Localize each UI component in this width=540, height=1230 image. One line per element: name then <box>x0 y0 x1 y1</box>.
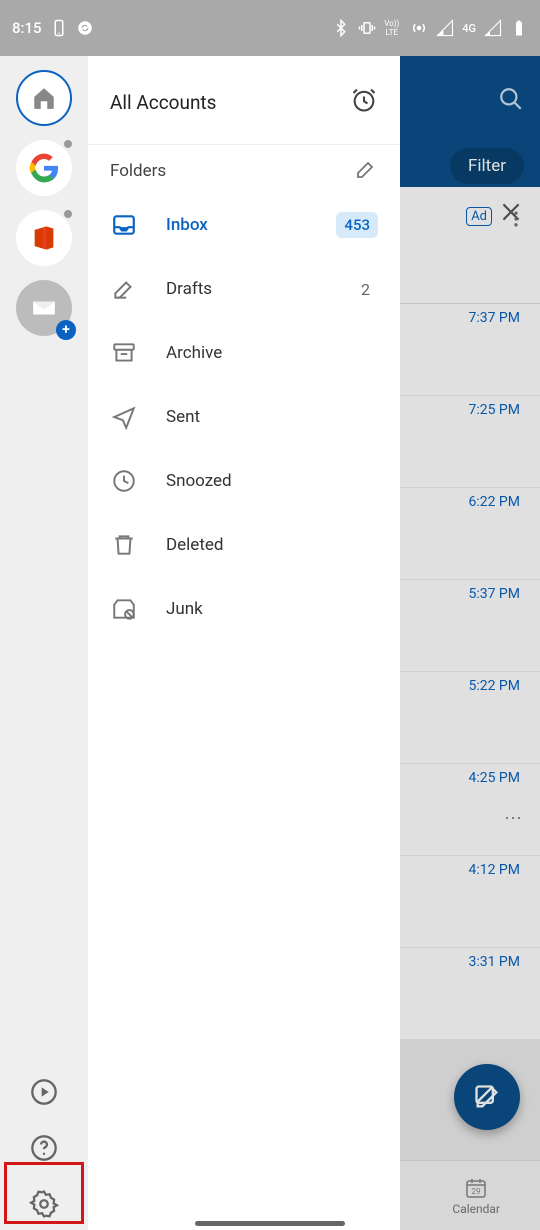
settings-highlight-box <box>4 1162 84 1224</box>
folder-drafts[interactable]: Drafts 2 <box>88 257 400 321</box>
plus-badge-icon: + <box>56 320 76 340</box>
kebab-icon[interactable] <box>506 209 526 233</box>
filter-button[interactable]: Filter <box>450 148 524 184</box>
ellipsis-icon[interactable]: ⋯ <box>504 808 522 829</box>
account-rail: + <box>0 56 88 1230</box>
home-indicator[interactable] <box>195 1221 345 1226</box>
tab-calendar-label: Calendar <box>452 1202 500 1216</box>
sent-icon <box>110 403 138 431</box>
rail-home-button[interactable] <box>16 70 72 126</box>
drawer-title: All Accounts <box>110 91 216 114</box>
folder-sent[interactable]: Sent <box>88 385 400 449</box>
status-time: 8:15 <box>12 19 42 37</box>
folder-junk[interactable]: Junk <box>88 577 400 641</box>
folder-snoozed[interactable]: Snoozed <box>88 449 400 513</box>
archive-icon <box>110 339 138 367</box>
message-time: 4:12 PM <box>468 862 520 878</box>
drafts-icon <box>110 275 138 303</box>
message-time: 6:22 PM <box>468 494 520 510</box>
bluetooth-icon <box>332 19 350 37</box>
status-dot-icon <box>62 138 74 150</box>
folder-label: Junk <box>166 599 378 619</box>
vibrate-icon <box>358 19 376 37</box>
inbox-icon <box>110 211 138 239</box>
phone-icon <box>50 19 68 37</box>
rail-play-button[interactable] <box>28 1076 60 1108</box>
message-time: 7:37 PM <box>468 310 520 326</box>
hotspot-icon <box>410 19 428 37</box>
drawer-content: All Accounts Folders Inbox 453 Drafts 2 <box>88 56 400 1230</box>
compose-button[interactable] <box>454 1064 520 1130</box>
signal-2-icon <box>484 19 502 37</box>
folder-badge: 453 <box>336 212 378 238</box>
ad-badge: Ad <box>466 207 492 226</box>
deleted-icon <box>110 531 138 559</box>
folder-label: Snoozed <box>166 471 378 491</box>
rail-office-account[interactable] <box>16 210 72 266</box>
message-time: 7:25 PM <box>468 402 520 418</box>
edit-folders-icon[interactable] <box>354 157 378 185</box>
message-time: 5:22 PM <box>468 678 520 694</box>
folder-inbox[interactable]: Inbox 453 <box>88 193 400 257</box>
folder-label: Deleted <box>166 535 378 555</box>
folder-deleted[interactable]: Deleted <box>88 513 400 577</box>
status-dot-icon <box>62 208 74 220</box>
folders-section-label: Folders <box>110 161 166 181</box>
message-time: 5:37 PM <box>468 586 520 602</box>
tab-calendar[interactable]: 29 Calendar <box>452 1176 500 1216</box>
rail-help-button[interactable] <box>28 1132 60 1164</box>
snooze-settings-icon[interactable] <box>350 86 378 118</box>
navigation-drawer: + All Accounts <box>0 56 400 1230</box>
folder-label: Drafts <box>166 279 333 299</box>
message-time: 4:25 PM <box>468 770 520 786</box>
folder-archive[interactable]: Archive <box>88 321 400 385</box>
svg-text:29: 29 <box>472 1187 481 1196</box>
rail-add-account[interactable]: + <box>16 280 72 336</box>
rail-google-account[interactable] <box>16 140 72 196</box>
signal-1-icon <box>436 19 454 37</box>
message-time: 3:31 PM <box>468 954 520 970</box>
folder-count: 2 <box>361 280 378 299</box>
status-bar: 8:15 Vo))LTE 4G <box>0 0 540 56</box>
search-icon[interactable] <box>498 86 524 116</box>
folder-label: Archive <box>166 343 378 363</box>
volte-icon: Vo))LTE <box>384 19 402 37</box>
junk-icon <box>110 595 138 623</box>
folder-label: Inbox <box>166 215 308 235</box>
snoozed-icon <box>110 467 138 495</box>
battery-icon <box>510 19 528 37</box>
sync-icon <box>76 19 94 37</box>
network-type: 4G <box>462 22 476 35</box>
folder-label: Sent <box>166 407 378 427</box>
